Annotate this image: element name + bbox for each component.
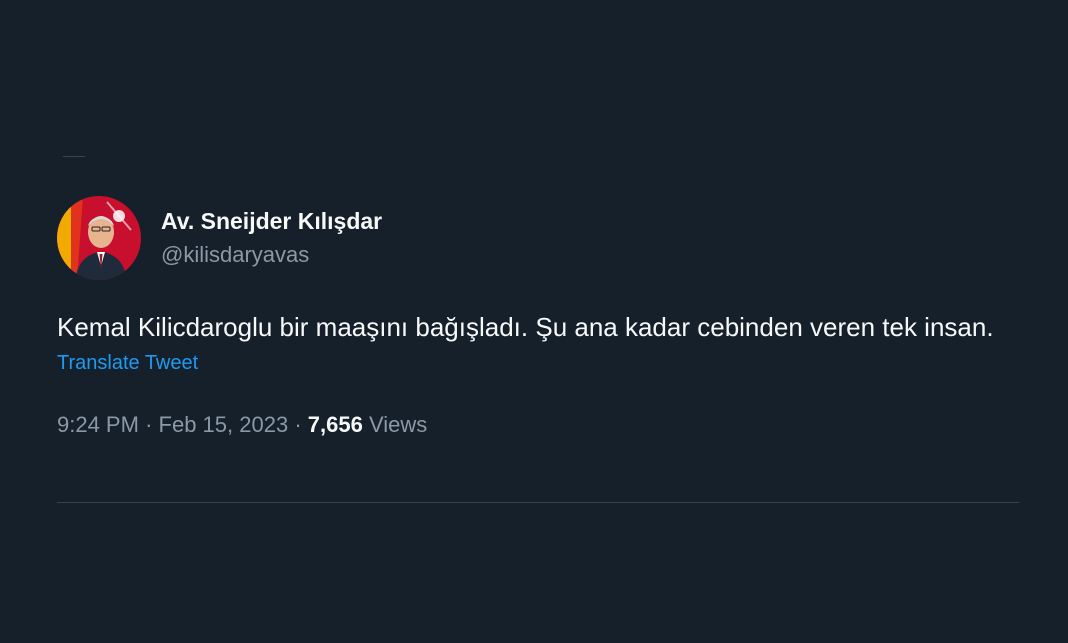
tweet-screenshot: Av. Sneijder Kılışdar @kilisdaryavas Kem… xyxy=(0,0,1068,643)
translate-tweet-link[interactable]: Translate Tweet xyxy=(57,350,198,376)
author-display-name[interactable]: Av. Sneijder Kılışdar xyxy=(161,206,382,236)
author-names: Av. Sneijder Kılışdar @kilisdaryavas xyxy=(161,206,382,270)
avatar[interactable] xyxy=(57,196,141,280)
views-count: 7,656 xyxy=(307,412,363,437)
meta-separator: · xyxy=(145,412,153,437)
tweet-text: Kemal Kilicdaroglu bir maaşını bağışladı… xyxy=(57,312,994,342)
tweet-header: Av. Sneijder Kılışdar @kilisdaryavas xyxy=(57,196,1019,280)
tweet-meta: 9:24 PM · Feb 15, 2023 · 7,656 Views xyxy=(57,410,1019,440)
tweet-divider xyxy=(57,502,1019,503)
tweet-date[interactable]: Feb 15, 2023 xyxy=(159,412,289,437)
tweet-time[interactable]: 9:24 PM xyxy=(57,412,139,437)
views-label: Views xyxy=(368,412,428,437)
avatar-image xyxy=(57,196,141,280)
top-divider-stub xyxy=(63,156,85,157)
meta-separator: · xyxy=(294,412,302,437)
author-handle[interactable]: @kilisdaryavas xyxy=(161,240,382,270)
tweet: Av. Sneijder Kılışdar @kilisdaryavas Kem… xyxy=(57,196,1019,440)
